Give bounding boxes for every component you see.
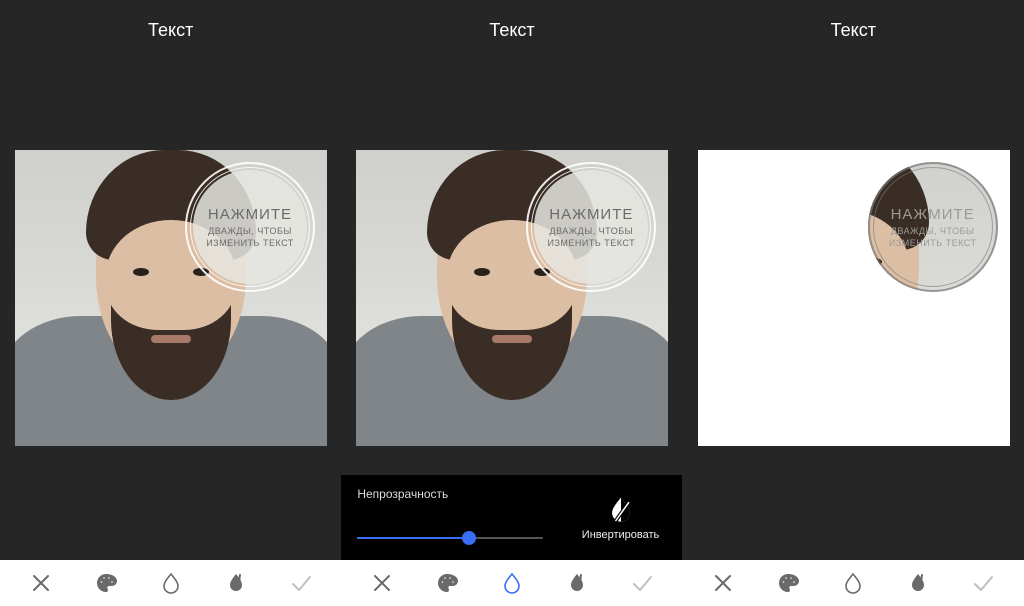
style-icon	[225, 572, 247, 594]
check-icon	[631, 572, 653, 594]
palette-button[interactable]	[766, 561, 810, 605]
text-badge-label: НАЖМИТЕ ДВАЖДЫ, ЧТОБЫ ИЗМЕНИТЬ ТЕКСТ	[526, 162, 656, 292]
close-button[interactable]	[701, 561, 745, 605]
drop-icon	[501, 572, 523, 594]
confirm-button[interactable]	[279, 561, 323, 605]
confirm-button[interactable]	[961, 561, 1005, 605]
style-icon	[566, 572, 588, 594]
image-canvas[interactable]: НАЖМИТЕ ДВАЖДЫ, ЧТОБЫ ИЗМЕНИТЬ ТЕКСТ	[356, 150, 668, 446]
opacity-button[interactable]	[149, 561, 193, 605]
text-badge[interactable]: НАЖМИТЕ ДВАЖДЫ, ЧТОБЫ ИЗМЕНИТЬ ТЕКСТ	[526, 162, 656, 292]
palette-button[interactable]	[84, 561, 128, 605]
close-icon	[371, 572, 393, 594]
text-badge-label: НАЖМИТЕ ДВАЖДЫ, ЧТОБЫ ИЗМЕНИТЬ ТЕКСТ	[868, 162, 998, 292]
page-title: Текст	[683, 20, 1024, 41]
style-button[interactable]	[896, 561, 940, 605]
editor-pane-2: Текст НАЖМИТЕ ДВАЖДЫ, ЧТОБЫ	[341, 0, 682, 606]
opacity-slider[interactable]	[357, 528, 542, 548]
text-badge[interactable]: НАЖМИТЕ ДВАЖДЫ, ЧТОБЫ ИЗМЕНИТЬ ТЕКСТ	[868, 162, 998, 292]
close-button[interactable]	[19, 561, 63, 605]
palette-icon	[436, 572, 458, 594]
palette-icon	[777, 572, 799, 594]
toolbar-group-1	[0, 560, 341, 606]
style-icon	[907, 572, 929, 594]
toolbar-group-2	[341, 560, 682, 606]
slider-thumb[interactable]	[462, 531, 476, 545]
editor-pane-3: Текст НАЖМИТЕ	[683, 0, 1024, 606]
palette-icon	[95, 572, 117, 594]
page-title: Текст	[0, 20, 341, 41]
close-icon	[712, 572, 734, 594]
invert-button[interactable]: Инвертировать	[559, 475, 683, 560]
page-title: Текст	[341, 20, 682, 41]
opacity-button[interactable]	[490, 561, 534, 605]
check-icon	[972, 572, 994, 594]
text-badge-label: НАЖМИТЕ ДВАЖДЫ, ЧТОБЫ ИЗМЕНИТЬ ТЕКСТ	[185, 162, 315, 292]
image-canvas[interactable]: НАЖМИТЕ ДВАЖДЫ, ЧТОБЫ ИЗМЕНИТЬ ТЕКСТ	[698, 150, 1010, 446]
image-canvas[interactable]: НАЖМИТЕ ДВАЖДЫ, ЧТОБЫ ИЗМЕНИТЬ ТЕКСТ	[15, 150, 327, 446]
text-badge[interactable]: НАЖМИТЕ ДВАЖДЫ, ЧТОБЫ ИЗМЕНИТЬ ТЕКСТ	[185, 162, 315, 292]
close-button[interactable]	[360, 561, 404, 605]
invert-label: Инвертировать	[582, 529, 659, 541]
close-icon	[30, 572, 52, 594]
invert-icon	[607, 495, 635, 523]
check-icon	[290, 572, 312, 594]
style-button[interactable]	[555, 561, 599, 605]
slider-fill	[357, 537, 468, 539]
editor-pane-1: Текст НАЖМИТЕ ДВАЖДЫ, ЧТОБЫ	[0, 0, 341, 606]
opacity-label: Непрозрачность	[357, 487, 542, 501]
toolbar-group-3	[683, 560, 1024, 606]
opacity-popup: Непрозрачность Инвертировать	[341, 475, 682, 560]
style-button[interactable]	[214, 561, 258, 605]
opacity-button[interactable]	[831, 561, 875, 605]
bottom-toolbar	[0, 560, 1024, 606]
palette-button[interactable]	[425, 561, 469, 605]
confirm-button[interactable]	[620, 561, 664, 605]
drop-icon	[160, 572, 182, 594]
drop-icon	[842, 572, 864, 594]
